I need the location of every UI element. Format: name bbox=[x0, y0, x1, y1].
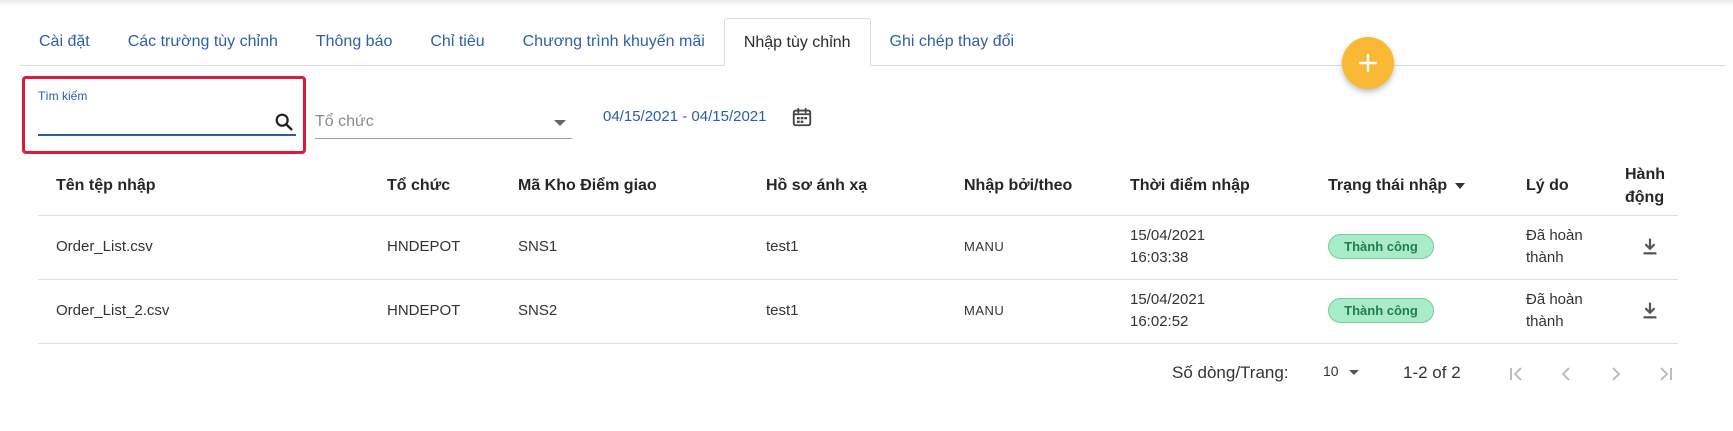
row2-warehouse-code: SNS2 bbox=[518, 302, 558, 319]
plus-icon bbox=[1358, 53, 1378, 73]
organization-select[interactable]: Tổ chức bbox=[315, 108, 572, 139]
search-label: Tìm kiếm bbox=[38, 89, 88, 103]
tab-custom-import[interactable]: Nhập tùy chỉnh bbox=[723, 18, 871, 66]
next-page-icon[interactable] bbox=[1604, 362, 1628, 386]
tab-promotions[interactable]: Chương trình khuyến mãi bbox=[504, 18, 724, 65]
calendar-icon[interactable] bbox=[791, 106, 813, 128]
rows-per-page-value: 10 bbox=[1323, 363, 1339, 379]
row2-import-time: 16:02:52 bbox=[1130, 313, 1189, 330]
row1-reason-line2: thành bbox=[1526, 249, 1564, 266]
download-icon[interactable] bbox=[1639, 235, 1661, 257]
table-bottom-divider bbox=[38, 343, 1678, 344]
row1-import-time: 16:03:38 bbox=[1130, 249, 1189, 266]
row2-imported-by: MANU bbox=[964, 303, 1005, 318]
chevron-down-icon bbox=[1348, 369, 1359, 375]
page-range: 1-2 of 2 bbox=[1403, 363, 1461, 382]
row2-mapping-profile: test1 bbox=[766, 302, 799, 319]
first-page-icon[interactable] bbox=[1504, 362, 1528, 386]
row1-warehouse-code: SNS1 bbox=[518, 238, 558, 255]
last-page-icon[interactable] bbox=[1654, 362, 1678, 386]
row2-file-name: Order_List_2.csv bbox=[56, 302, 170, 319]
header-warehouse-code[interactable]: Mã Kho Điểm giao bbox=[518, 177, 657, 195]
row2-import-date: 15/04/2021 bbox=[1130, 291, 1206, 308]
header-imported-by[interactable]: Nhập bởi/theo bbox=[964, 177, 1072, 195]
organization-placeholder: Tổ chức bbox=[315, 113, 374, 130]
row1-import-date: 15/04/2021 bbox=[1130, 227, 1206, 244]
chevron-down-icon bbox=[554, 120, 566, 126]
tab-change-log[interactable]: Ghi chép thay đổi bbox=[871, 18, 1034, 65]
tab-settings[interactable]: Cài đặt bbox=[20, 18, 109, 65]
header-organization[interactable]: Tổ chức bbox=[387, 177, 450, 195]
download-icon[interactable] bbox=[1639, 299, 1661, 321]
row1-organization: HNDEPOT bbox=[387, 238, 461, 255]
rows-per-page-label: Số dòng/Trang: bbox=[1172, 363, 1289, 382]
header-action-line1: Hành bbox=[1625, 166, 1665, 183]
row1-imported-by: MANU bbox=[964, 239, 1005, 254]
row2-organization: HNDEPOT bbox=[387, 302, 461, 319]
header-mapping-profile[interactable]: Hồ sơ ánh xạ bbox=[766, 177, 867, 195]
tab-bar: Cài đặt Các trường tùy chỉnh Thông báo C… bbox=[20, 18, 1725, 66]
row1-mapping-profile: test1 bbox=[766, 238, 799, 255]
tab-custom-fields[interactable]: Các trường tùy chỉnh bbox=[109, 18, 297, 65]
header-reason[interactable]: Lý do bbox=[1526, 177, 1569, 195]
row1-reason-line1: Đã hoàn bbox=[1526, 227, 1583, 244]
search-icon[interactable] bbox=[273, 111, 295, 133]
prev-page-icon[interactable] bbox=[1554, 362, 1578, 386]
row-divider bbox=[38, 279, 1678, 280]
header-divider bbox=[38, 215, 1678, 216]
header-action-line2: động bbox=[1625, 189, 1665, 206]
tab-targets[interactable]: Chỉ tiêu bbox=[411, 18, 503, 65]
row2-status-badge: Thành công bbox=[1328, 298, 1434, 323]
rows-per-page-select[interactable]: 10 bbox=[1323, 363, 1359, 379]
header-import-status[interactable]: Trạng thái nhập bbox=[1328, 177, 1466, 195]
header-import-time[interactable]: Thời điểm nhập bbox=[1130, 177, 1250, 195]
header-file-name[interactable]: Tên tệp nhập bbox=[56, 177, 156, 195]
row2-reason-line1: Đã hoàn bbox=[1526, 291, 1583, 308]
search-input[interactable] bbox=[38, 112, 296, 136]
sort-down-icon bbox=[1455, 182, 1466, 189]
row1-file-name: Order_List.csv bbox=[56, 238, 153, 255]
header-import-status-label: Trạng thái nhập bbox=[1328, 177, 1448, 194]
row1-status-badge: Thành công bbox=[1328, 234, 1434, 259]
top-shadow bbox=[0, 0, 1733, 6]
add-button[interactable] bbox=[1342, 37, 1394, 89]
row2-reason-line2: thành bbox=[1526, 313, 1564, 330]
date-range[interactable]: 04/15/2021 - 04/15/2021 bbox=[603, 108, 766, 125]
tab-notifications[interactable]: Thông báo bbox=[297, 18, 412, 65]
